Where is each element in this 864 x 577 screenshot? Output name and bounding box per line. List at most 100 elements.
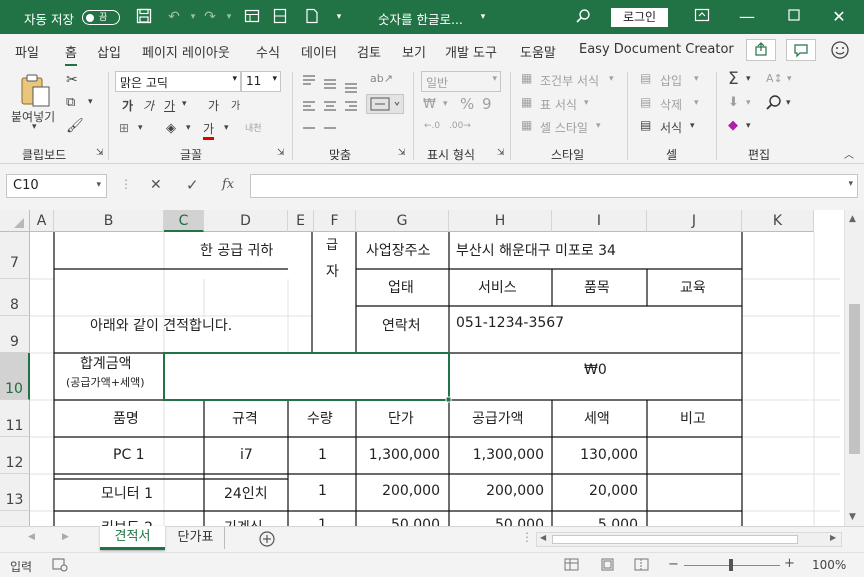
alignment-buttons[interactable]	[300, 72, 366, 138]
cancel-formula-button[interactable]: ✕	[150, 177, 162, 193]
paste-dropdown-icon[interactable]: ▾	[32, 122, 37, 132]
clipboard-launcher-icon[interactable]: ⇲	[96, 148, 104, 158]
font-color-dropdown-icon[interactable]: ▾	[224, 123, 229, 133]
border-dropdown-icon[interactable]: ▾	[138, 123, 143, 133]
format-painter-icon[interactable]: 🖌	[66, 118, 84, 134]
border-icon[interactable]: ⊞	[119, 121, 129, 135]
tab-page-layout[interactable]: 페이지 레이아웃	[142, 42, 230, 61]
name-box[interactable]: C10 ▾	[6, 174, 107, 198]
decrease-font-button[interactable]: 가	[231, 97, 240, 112]
normal-view-icon[interactable]	[564, 558, 580, 572]
zoom-slider-thumb[interactable]	[729, 559, 733, 571]
number-launcher-icon[interactable]: ⇲	[497, 148, 505, 158]
login-button[interactable]: 로그인	[611, 8, 668, 27]
alignment-launcher-icon[interactable]: ⇲	[398, 148, 406, 158]
autosum-dropdown-icon[interactable]: ▾	[746, 74, 751, 84]
vertical-scrollbar[interactable]: ▲ ▼	[844, 210, 864, 526]
macro-record-icon[interactable]	[52, 558, 68, 572]
prev-sheet-icon[interactable]: ◀	[28, 532, 35, 542]
font-size-select[interactable]: 11 ▾	[241, 71, 281, 92]
tab-data[interactable]: 데이터	[301, 42, 337, 61]
layout-icon[interactable]	[271, 8, 289, 26]
minimize-icon[interactable]: —	[738, 8, 756, 26]
fill-color-dropdown-icon[interactable]: ▾	[186, 123, 191, 133]
copy-dropdown-icon[interactable]: ▾	[88, 97, 93, 107]
search-icon[interactable]	[574, 8, 592, 26]
cut-icon[interactable]: ✂	[66, 72, 78, 88]
delete-cells-button[interactable]: 삭제	[660, 96, 682, 113]
currency-dropdown-icon[interactable]: ▾	[443, 99, 448, 109]
percent-button[interactable]: %	[460, 95, 474, 113]
table-format-dropdown-icon[interactable]: ▾	[584, 98, 589, 108]
smiley-icon[interactable]	[830, 40, 850, 60]
title-dropdown-icon[interactable]: ▾	[474, 8, 492, 26]
scroll-left-icon[interactable]: ◀	[540, 533, 546, 542]
paste-icon[interactable]	[18, 72, 54, 108]
currency-button[interactable]: ₩	[423, 97, 436, 112]
fill-color-icon[interactable]: ◈	[166, 121, 176, 136]
cell-styles-button[interactable]: 셀 스타일	[540, 119, 588, 136]
delete-cells-dropdown-icon[interactable]: ▾	[694, 98, 699, 108]
autosave-toggle[interactable]: 끔	[82, 10, 120, 25]
enter-formula-button[interactable]: ✓	[186, 176, 199, 194]
zoom-out-button[interactable]: −	[668, 557, 679, 572]
new-doc-icon[interactable]	[303, 8, 321, 26]
sort-filter-icon[interactable]: A↕	[766, 72, 783, 85]
conditional-format-dropdown-icon[interactable]: ▾	[609, 74, 614, 84]
autosum-icon[interactable]: Σ	[728, 69, 739, 89]
tab-formulas[interactable]: 수식	[256, 42, 280, 61]
table-icon[interactable]	[243, 8, 261, 26]
merge-center-button[interactable]	[366, 94, 404, 114]
redo-icon[interactable]: ↷	[201, 8, 219, 26]
horizontal-scrollbar[interactable]: ◀ ▶	[536, 532, 842, 547]
sheet-tab-quote[interactable]: 견적서	[100, 526, 165, 550]
underline-dropdown-icon[interactable]: ▾	[182, 99, 187, 109]
zoom-in-button[interactable]: +	[784, 556, 795, 571]
number-format-select[interactable]: 일반 ▾	[421, 71, 501, 92]
undo-dropdown-icon[interactable]: ▾	[184, 8, 202, 26]
tab-easy-document-creator[interactable]: Easy Document Creator	[579, 42, 734, 57]
close-icon[interactable]: ✕	[830, 8, 848, 26]
page-break-view-icon[interactable]	[634, 558, 650, 572]
fill-dropdown-icon[interactable]: ▾	[746, 98, 751, 108]
tab-file[interactable]: 파일	[15, 42, 39, 61]
sheet-tab-price-list[interactable]: 단가표	[167, 527, 225, 549]
formula-input[interactable]: ▾	[250, 174, 858, 198]
share-button[interactable]	[746, 39, 776, 61]
cell-styles-dropdown-icon[interactable]: ▾	[596, 121, 601, 131]
copy-icon[interactable]: ⧉	[66, 95, 75, 110]
tab-home[interactable]: 홈	[65, 42, 77, 66]
format-as-table-button[interactable]: 표 서식	[540, 96, 577, 113]
clear-dropdown-icon[interactable]: ▾	[746, 121, 751, 131]
find-select-dropdown-icon[interactable]: ▾	[786, 98, 791, 108]
increase-font-button[interactable]: 가	[208, 97, 219, 114]
page-layout-view-icon[interactable]	[600, 558, 616, 572]
scroll-right-icon[interactable]: ▶	[830, 533, 836, 542]
save-icon[interactable]	[135, 8, 153, 26]
expand-formula-icon[interactable]: ▾	[848, 179, 853, 189]
insert-function-button[interactable]: fx	[222, 177, 234, 192]
redo-dropdown-icon[interactable]: ▾	[220, 8, 238, 26]
format-cells-dropdown-icon[interactable]: ▾	[690, 121, 695, 131]
collapse-ribbon-icon[interactable]: ︿	[844, 146, 854, 161]
italic-button[interactable]: 가	[143, 97, 154, 114]
insert-cells-button[interactable]: 삽입	[660, 72, 682, 89]
maximize-icon[interactable]	[785, 8, 803, 26]
vertical-scroll-thumb[interactable]	[849, 304, 860, 454]
fill-icon[interactable]: ⬇	[728, 95, 739, 110]
text-orientation-icon[interactable]: ab↗	[370, 72, 393, 85]
scroll-up-icon[interactable]: ▲	[849, 214, 856, 224]
sort-filter-dropdown-icon[interactable]: ▾	[787, 74, 792, 84]
scroll-down-icon[interactable]: ▼	[849, 512, 856, 522]
underline-button[interactable]: 가	[164, 97, 175, 114]
tab-review[interactable]: 검토	[357, 42, 381, 61]
insert-cells-dropdown-icon[interactable]: ▾	[694, 74, 699, 84]
comma-button[interactable]: 9	[482, 95, 492, 113]
ribbon-display-icon[interactable]	[693, 8, 711, 26]
tab-view[interactable]: 보기	[402, 42, 426, 61]
zoom-level[interactable]: 100%	[812, 558, 846, 572]
format-cells-button[interactable]: 서식	[660, 119, 682, 136]
bold-button[interactable]: 가	[122, 97, 133, 114]
comments-button[interactable]	[786, 39, 816, 61]
tab-developer[interactable]: 개발 도구	[445, 42, 497, 61]
